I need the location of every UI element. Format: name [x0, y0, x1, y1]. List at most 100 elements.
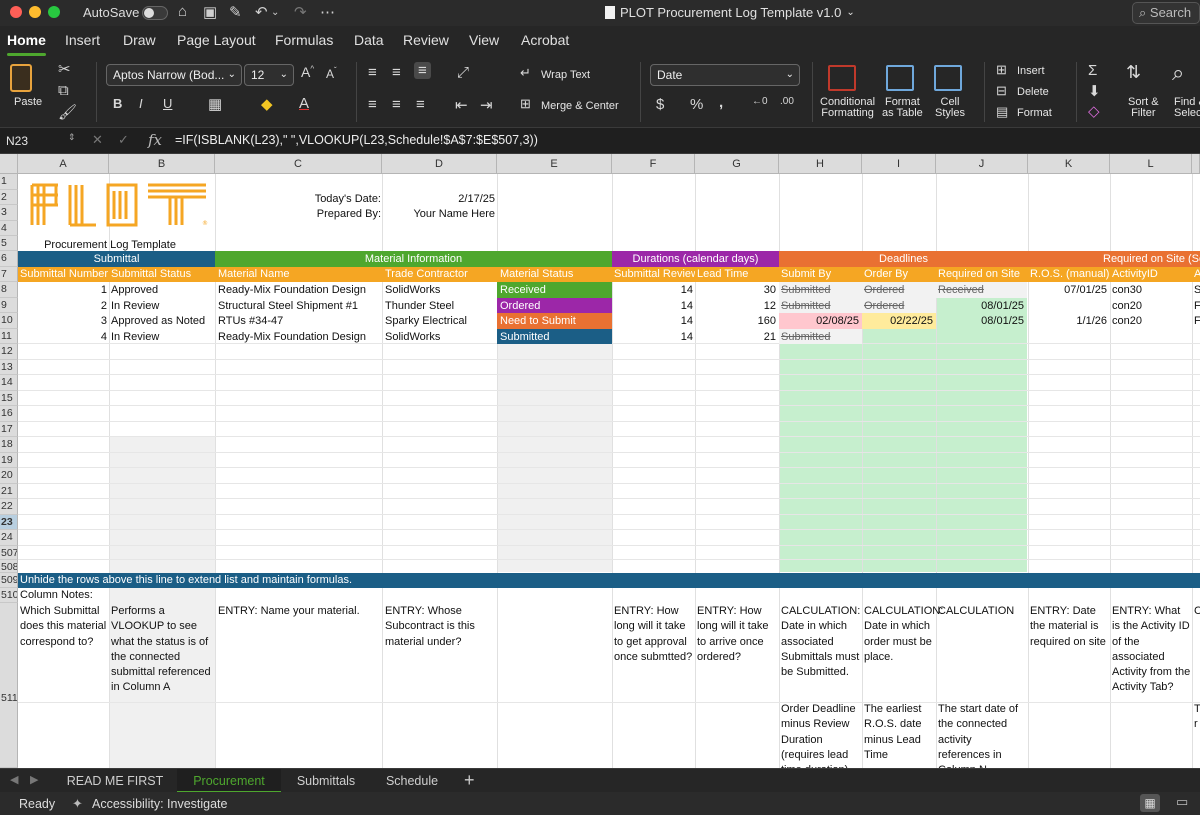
sheet-tab-read-me-first[interactable]: READ ME FIRST: [58, 769, 172, 793]
row-header[interactable]: 13: [0, 360, 18, 375]
row-header[interactable]: 19: [0, 453, 18, 468]
cell-material-name[interactable]: Ready-Mix Foundation Design: [218, 283, 382, 298]
tab-review[interactable]: Review: [403, 32, 449, 48]
cell-material-name[interactable]: Ready-Mix Foundation Design: [218, 330, 382, 345]
home-icon[interactable]: ⌂: [178, 3, 187, 20]
cell-trade-contractor[interactable]: SolidWorks: [385, 283, 497, 298]
undo-dropdown-icon[interactable]: ⌄: [271, 7, 279, 18]
merge-center-button[interactable]: Merge & Center: [541, 100, 619, 112]
comma-icon[interactable]: ,: [719, 94, 723, 111]
bold-icon[interactable]: B: [113, 96, 122, 111]
cell-material-name[interactable]: RTUs #34-47: [218, 314, 382, 329]
cell-submittal-number[interactable]: 4: [18, 330, 107, 345]
sheet-tab-procurement[interactable]: Procurement: [177, 769, 281, 793]
close-window-button[interactable]: [10, 6, 22, 18]
cell-partial[interactable]: F: [1194, 299, 1200, 314]
redo-icon[interactable]: ↷: [294, 3, 307, 21]
tab-acrobat[interactable]: Acrobat: [521, 32, 569, 48]
tab-insert[interactable]: Insert: [65, 32, 100, 48]
row-header[interactable]: 9: [0, 298, 18, 313]
cell-material-name[interactable]: Structural Steel Shipment #1: [218, 299, 382, 314]
row-header[interactable]: 508: [0, 560, 18, 573]
cell-trade-contractor[interactable]: Thunder Steel: [385, 299, 497, 314]
row-header-selected[interactable]: 23: [0, 515, 18, 530]
row-header[interactable]: 8: [0, 282, 18, 298]
delete-cells-button[interactable]: Delete: [1017, 86, 1049, 98]
column-header-m[interactable]: [1192, 154, 1200, 174]
cell-submittal-review[interactable]: 14: [612, 314, 693, 329]
find-select-icon[interactable]: ⌕: [1172, 60, 1184, 86]
cell-lead-time[interactable]: 21: [695, 330, 776, 345]
row-header[interactable]: 22: [0, 499, 18, 515]
number-format-select[interactable]: Date ⌄: [650, 64, 800, 86]
row-header[interactable]: 16: [0, 406, 18, 422]
page-layout-view-icon[interactable]: ▭: [1176, 794, 1188, 810]
cell-material-status[interactable]: Submitted: [500, 330, 612, 345]
row-header[interactable]: 511: [0, 603, 18, 768]
sort-filter-button[interactable]: Sort & Filter: [1128, 97, 1159, 119]
cell-material-status[interactable]: Need to Submit: [500, 314, 612, 329]
cell-activity-id[interactable]: con20: [1112, 314, 1192, 329]
zoom-window-button[interactable]: [48, 6, 60, 18]
column-header-d[interactable]: D: [382, 154, 497, 174]
prepared-by-value[interactable]: Your Name Here: [382, 207, 495, 222]
paste-button[interactable]: Paste: [14, 96, 42, 108]
edit-icon[interactable]: ✎: [229, 3, 242, 21]
cell-submit-by[interactable]: 02/08/25: [779, 314, 859, 329]
search-input[interactable]: ⌕ Search: [1132, 2, 1200, 24]
cell-submit-by[interactable]: Submitted: [781, 299, 862, 314]
formula-input[interactable]: =IF(ISBLANK(L23)," ",VLOOKUP(L23,Schedul…: [175, 133, 538, 147]
find-select-button[interactable]: Find & Select: [1174, 97, 1200, 119]
row-header[interactable]: 507: [0, 546, 18, 560]
orientation-icon[interactable]: ⤢: [457, 64, 469, 81]
increase-font-icon[interactable]: A^: [301, 64, 314, 80]
row-header[interactable]: 2: [0, 190, 18, 205]
scroll-left-icon[interactable]: ◀: [10, 773, 18, 786]
sheet-tab-submittals[interactable]: Submittals: [283, 769, 369, 793]
align-bottom-icon[interactable]: ≡: [414, 62, 431, 79]
increase-decimal-icon[interactable]: ←0: [752, 96, 768, 107]
row-header[interactable]: 6: [0, 251, 18, 267]
cell-required-on-site[interactable]: Received: [938, 283, 1028, 298]
cell-ros-manual[interactable]: 1/1/26: [1028, 314, 1107, 329]
decrease-font-icon[interactable]: Aˇ: [326, 66, 337, 81]
font-name-select[interactable]: Aptos Narrow (Bod... ⌄: [106, 64, 242, 86]
cell-submittal-number[interactable]: 1: [18, 283, 107, 298]
cell-submittal-status[interactable]: In Review: [111, 299, 215, 314]
autosave-toggle[interactable]: [142, 6, 168, 20]
cell-partial[interactable]: S: [1194, 283, 1200, 298]
worksheet-grid[interactable]: A B C D E F G H I J K L 1 2 3 4 5 6 7 8 …: [0, 154, 1200, 768]
column-header-c[interactable]: C: [215, 154, 382, 174]
name-box[interactable]: N23: [4, 131, 78, 151]
column-header-e[interactable]: E: [497, 154, 612, 174]
align-right-icon[interactable]: ≡: [416, 96, 425, 113]
cell-submittal-review[interactable]: 14: [612, 330, 693, 345]
tab-formulas[interactable]: Formulas: [275, 32, 333, 48]
column-header-g[interactable]: G: [695, 154, 779, 174]
more-icon[interactable]: ⋯: [320, 3, 335, 21]
fill-icon[interactable]: ⬇: [1088, 82, 1101, 100]
sheet-tab-schedule[interactable]: Schedule: [371, 769, 453, 793]
align-top-icon[interactable]: ≡: [368, 64, 377, 81]
normal-view-icon[interactable]: ▦: [1140, 794, 1160, 812]
currency-icon[interactable]: $: [656, 96, 664, 113]
align-left-icon[interactable]: ≡: [368, 96, 377, 113]
scroll-right-icon[interactable]: ▶: [30, 773, 38, 786]
cell-trade-contractor[interactable]: Sparky Electrical: [385, 314, 497, 329]
select-all-button[interactable]: [0, 154, 18, 174]
sort-filter-icon[interactable]: ⇅: [1126, 62, 1141, 83]
row-header[interactable]: 3: [0, 205, 18, 221]
format-as-table-icon[interactable]: [886, 65, 914, 91]
cell-submittal-number[interactable]: 3: [18, 314, 107, 329]
insert-function-icon[interactable]: fx: [148, 131, 162, 149]
row-header[interactable]: 17: [0, 422, 18, 437]
cell-submit-by[interactable]: Submitted: [781, 283, 862, 298]
cell-submittal-review[interactable]: 14: [612, 283, 693, 298]
cell-activity-id[interactable]: con20: [1112, 299, 1192, 314]
fill-color-icon[interactable]: ◆: [261, 95, 273, 113]
cell-lead-time[interactable]: 12: [695, 299, 776, 314]
row-header[interactable]: 4: [0, 221, 18, 236]
decrease-indent-icon[interactable]: ⇤: [455, 96, 468, 114]
percent-icon[interactable]: %: [690, 96, 703, 113]
format-as-table-button[interactable]: Format as Table: [882, 97, 923, 119]
